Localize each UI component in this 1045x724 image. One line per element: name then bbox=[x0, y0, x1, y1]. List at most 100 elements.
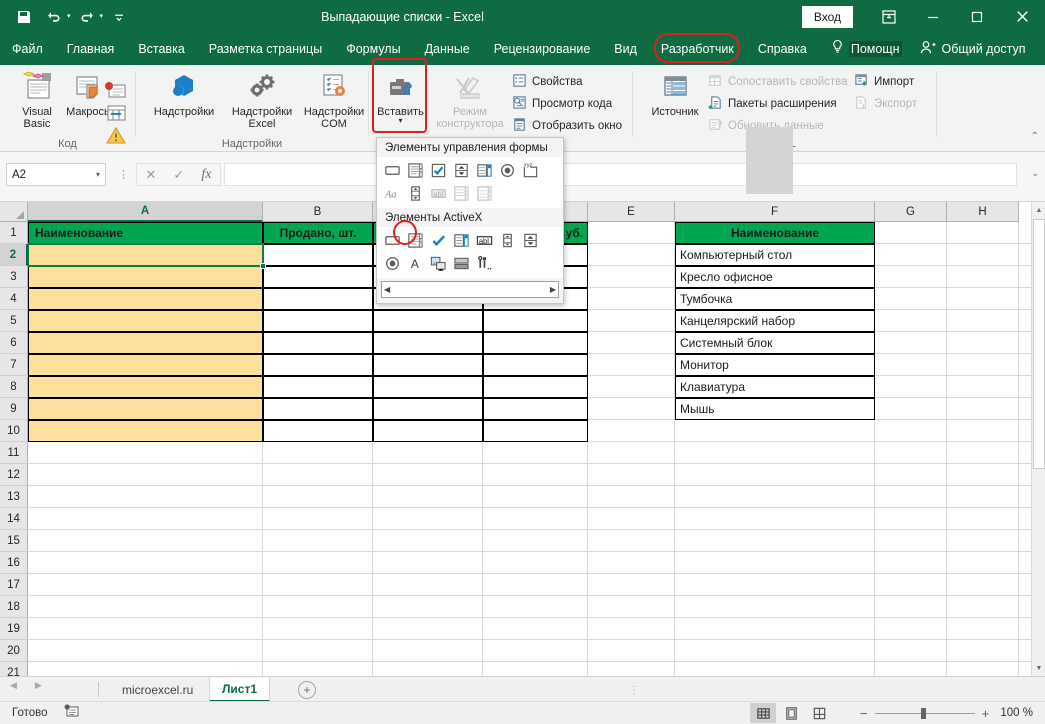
form-text-field-icon[interactable]: abl bbox=[428, 183, 449, 204]
name-box-chevron-down-icon[interactable]: ▾ bbox=[96, 170, 100, 179]
form-spin-button-icon[interactable] bbox=[451, 160, 472, 181]
maximize-icon[interactable] bbox=[955, 0, 999, 33]
row-header-3[interactable]: 3 bbox=[0, 266, 28, 288]
form-combo-list-edit-icon[interactable] bbox=[451, 183, 472, 204]
column-header-B[interactable]: B bbox=[263, 202, 373, 222]
select-all-corner[interactable] bbox=[0, 202, 28, 222]
row-header-15[interactable]: 15 bbox=[0, 530, 28, 552]
cell-B8[interactable] bbox=[263, 376, 373, 398]
activex-command-button-icon[interactable] bbox=[382, 230, 403, 251]
cell-B1[interactable]: Продано, шт. bbox=[263, 222, 373, 244]
zoom-level-label[interactable]: 100 % bbox=[1000, 707, 1033, 719]
addins-button[interactable]: Надстройки bbox=[146, 69, 222, 118]
row-header-12[interactable]: 12 bbox=[0, 464, 28, 486]
row-header-1[interactable]: 1 bbox=[0, 222, 28, 244]
redo-icon[interactable] bbox=[73, 4, 101, 30]
cell-F7[interactable]: Монитор bbox=[675, 354, 875, 376]
vertical-scrollbar[interactable]: ▲ ▼ bbox=[1031, 202, 1045, 676]
run-dialog-button[interactable]: Отобразить окно bbox=[512, 116, 622, 136]
tab-help[interactable]: Справка bbox=[746, 33, 819, 65]
row-header-5[interactable]: 5 bbox=[0, 310, 28, 332]
column-header-E[interactable]: E bbox=[588, 202, 675, 222]
cell-D5[interactable] bbox=[483, 310, 588, 332]
page-layout-icon[interactable] bbox=[778, 703, 804, 723]
properties-button[interactable]: Свойства bbox=[512, 72, 583, 92]
row-header-11[interactable]: 11 bbox=[0, 442, 28, 464]
cell-B6[interactable] bbox=[263, 332, 373, 354]
import-button[interactable]: Импорт bbox=[854, 72, 914, 92]
excel-addins-button[interactable]: НадстройкиExcel bbox=[224, 69, 300, 130]
activex-toggle-button-icon[interactable] bbox=[451, 253, 472, 274]
row-header-13[interactable]: 13 bbox=[0, 486, 28, 508]
form-option-button-icon[interactable] bbox=[497, 160, 518, 181]
cell-F9[interactable]: Мышь bbox=[675, 398, 875, 420]
cell-B2[interactable] bbox=[263, 244, 373, 266]
sheet-tab-microexcel[interactable]: microexcel.ru bbox=[110, 678, 205, 702]
name-box[interactable]: A2 ▾ bbox=[6, 163, 106, 186]
cell-F8[interactable]: Клавиатура bbox=[675, 376, 875, 398]
expansion-packs-button[interactable]: Пакеты расширения bbox=[708, 94, 837, 114]
form-group-box-icon[interactable]: xyz bbox=[520, 160, 541, 181]
insert-control-button[interactable]: Вставить ▾ bbox=[377, 69, 424, 124]
tab-view[interactable]: Вид bbox=[602, 33, 649, 65]
cell-C5[interactable] bbox=[373, 310, 483, 332]
activex-option-button-icon[interactable] bbox=[382, 253, 403, 274]
cell-B7[interactable] bbox=[263, 354, 373, 376]
activex-image-icon[interactable] bbox=[428, 253, 449, 274]
cell-C9[interactable] bbox=[373, 398, 483, 420]
close-icon[interactable] bbox=[999, 0, 1045, 33]
activex-text-box-icon[interactable]: abl bbox=[474, 230, 495, 251]
cell-C7[interactable] bbox=[373, 354, 483, 376]
insert-function-icon[interactable]: fx bbox=[201, 167, 211, 183]
cell-C6[interactable] bbox=[373, 332, 483, 354]
record-macro-icon[interactable] bbox=[64, 704, 80, 723]
cell-D7[interactable] bbox=[483, 354, 588, 376]
activex-scroll-bar-icon[interactable] bbox=[497, 230, 518, 251]
cell-A7[interactable] bbox=[28, 354, 263, 376]
cell-D9[interactable] bbox=[483, 398, 588, 420]
cell-A4[interactable] bbox=[28, 288, 263, 310]
scroll-up-icon[interactable]: ▲ bbox=[1032, 202, 1045, 218]
form-check-box-icon[interactable] bbox=[428, 160, 449, 181]
cell-D10[interactable] bbox=[483, 420, 588, 442]
customize-qat-icon[interactable] bbox=[105, 4, 133, 30]
com-addins-button[interactable]: НадстройкиCOM bbox=[302, 69, 366, 130]
save-icon[interactable] bbox=[10, 4, 38, 30]
xml-source-button[interactable]: Источник bbox=[640, 69, 710, 118]
scroll-right-icon[interactable]: ▶ bbox=[550, 285, 556, 294]
row-header-19[interactable]: 19 bbox=[0, 618, 28, 640]
activex-more-controls-icon[interactable] bbox=[474, 253, 495, 274]
column-header-G[interactable]: G bbox=[875, 202, 947, 222]
cell-F5[interactable]: Канцелярский набор bbox=[675, 310, 875, 332]
row-header-4[interactable]: 4 bbox=[0, 288, 28, 310]
cell-B3[interactable] bbox=[263, 266, 373, 288]
tab-home[interactable]: Главная bbox=[55, 33, 127, 65]
collapse-ribbon-icon[interactable]: ⌃ bbox=[1031, 131, 1039, 142]
normal-view-icon[interactable] bbox=[750, 703, 776, 723]
cell-C8[interactable] bbox=[373, 376, 483, 398]
tab-data[interactable]: Данные bbox=[413, 33, 482, 65]
expand-formula-bar-icon[interactable]: ⌄ bbox=[1031, 168, 1039, 179]
redo-chevron-down-icon[interactable]: ▾ bbox=[100, 13, 104, 20]
row-header-7[interactable]: 7 bbox=[0, 354, 28, 376]
tab-formulas[interactable]: Формулы bbox=[334, 33, 412, 65]
tab-page-layout[interactable]: Разметка страницы bbox=[197, 33, 334, 65]
zoom-in-icon[interactable]: + bbox=[982, 706, 990, 721]
row-header-9[interactable]: 9 bbox=[0, 398, 28, 420]
column-header-A[interactable]: A bbox=[28, 202, 263, 222]
view-code-button[interactable]: Просмотр кода bbox=[512, 94, 612, 114]
form-label-icon[interactable]: Aa bbox=[382, 183, 403, 204]
previous-sheet-icon[interactable]: ◀ bbox=[10, 680, 17, 691]
cell-B10[interactable] bbox=[263, 420, 373, 442]
activex-check-box-icon[interactable] bbox=[428, 230, 449, 251]
cell-D8[interactable] bbox=[483, 376, 588, 398]
ribbon-display-options-icon[interactable] bbox=[867, 0, 911, 33]
form-combo-drop-down-edit-icon[interactable] bbox=[474, 183, 495, 204]
undo-chevron-down-icon[interactable]: ▾ bbox=[67, 13, 71, 20]
row-header-8[interactable]: 8 bbox=[0, 376, 28, 398]
cell-D6[interactable] bbox=[483, 332, 588, 354]
row-header-10[interactable]: 10 bbox=[0, 420, 28, 442]
horizontal-scroll-splitter[interactable]: ⋮ bbox=[629, 685, 639, 696]
form-list-box-icon[interactable] bbox=[474, 160, 495, 181]
row-header-16[interactable]: 16 bbox=[0, 552, 28, 574]
